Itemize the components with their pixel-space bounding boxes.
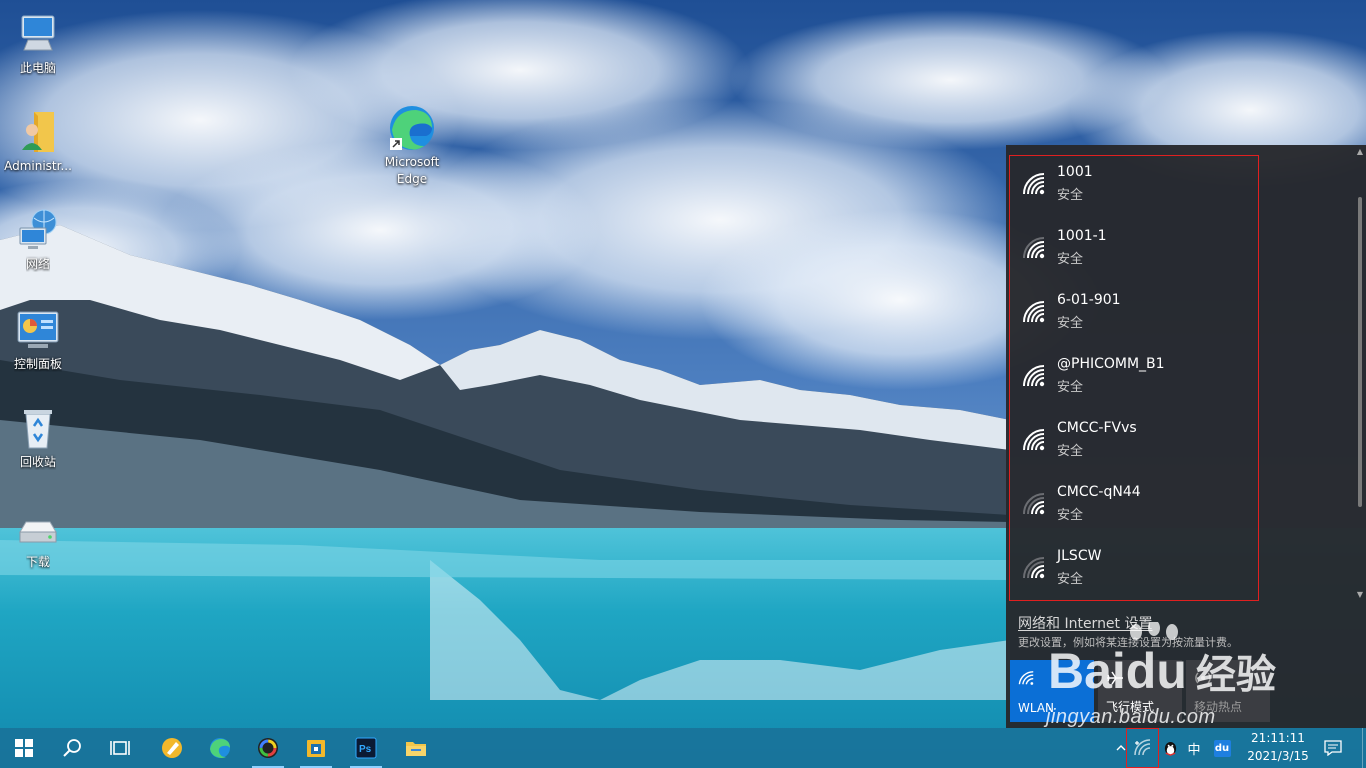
desktop-icon-label: Administr... [4, 159, 72, 173]
network-ssid: @PHICOMM_B1 [1057, 356, 1165, 372]
show-desktop-button[interactable] [1362, 728, 1366, 768]
wifi-icon [1018, 671, 1034, 685]
wifi-signal-icon [1023, 429, 1045, 451]
this-pc-icon [21, 15, 55, 51]
wifi-signal-icon [1023, 237, 1045, 259]
search-button[interactable] [48, 728, 96, 768]
wifi-signal-icon [1023, 173, 1045, 195]
task-view-icon [110, 741, 130, 755]
desktop-icon-label: 下载 [25, 555, 50, 569]
file-archive-icon [307, 740, 325, 757]
network-ssid: 6-01-901 [1057, 292, 1121, 308]
taskbar-app-photoshop[interactable]: Ps [342, 728, 390, 768]
desktop-icon-label: 回收站 [19, 455, 56, 469]
edge-icon [390, 106, 434, 150]
drive-icon [19, 521, 57, 543]
action-center-button[interactable] [1318, 728, 1348, 768]
scroll-down-icon[interactable]: ▼ [1356, 590, 1364, 599]
watermark-url: jingyan.baidu.com [1046, 706, 1216, 728]
network-item[interactable]: @PHICOMM_B1 安全 [1010, 348, 1258, 412]
desktop-icon-this-pc[interactable]: 此电脑 [0, 10, 76, 76]
network-security: 安全 [1057, 380, 1084, 395]
wifi-signal-icon [1023, 493, 1045, 515]
tray-baidu-input-button[interactable]: du [1212, 728, 1232, 768]
network-internet-settings-link[interactable]: 网络和 Internet 设置 [1018, 613, 1153, 633]
network-item[interactable]: 1001 安全 [1010, 156, 1258, 220]
control-panel-icon [17, 311, 59, 348]
notification-icon [1324, 740, 1342, 756]
network-list-scrollbar[interactable]: ▲ ▼ [1354, 145, 1366, 601]
network-ssid: 1001 [1057, 164, 1093, 180]
network-item[interactable]: 1001-1 安全 [1010, 220, 1258, 284]
network-ssid: 1001-1 [1057, 228, 1107, 244]
tray-network-highlight [1126, 728, 1159, 768]
network-flyout: 1001 安全 1001-1 安全 6-01-901 安全 @PHICOMM_B1 安全 CMC… [1006, 145, 1366, 728]
network-ssid: CMCC-qN44 [1057, 484, 1141, 500]
scroll-up-icon[interactable]: ▲ [1356, 147, 1364, 156]
start-icon [15, 739, 33, 757]
photoshop-icon: Ps [355, 737, 377, 759]
network-item[interactable]: 6-01-901 安全 [1010, 284, 1258, 348]
clock-time[interactable]: 21:11:11 [1246, 731, 1310, 745]
svg-text:Ps: Ps [359, 744, 372, 755]
network-ssid: JLSCW [1057, 548, 1102, 564]
qq-penguin-icon [1164, 741, 1176, 756]
network-icon [19, 209, 57, 249]
clock-date[interactable]: 2021/3/15 [1246, 749, 1310, 763]
color-app-icon [258, 738, 278, 758]
desktop-icon-network[interactable]: 网络 [0, 206, 76, 272]
desktop-icon-label: 此电脑 [19, 61, 56, 75]
desktop-icon-edge[interactable]: Microsoft Edge [374, 104, 450, 188]
desktop-icon-label: 网络 [25, 257, 50, 271]
network-security: 安全 [1057, 572, 1084, 587]
network-list: 1001 安全 1001-1 安全 6-01-901 安全 @PHICOMM_B1 安全 CMC… [1009, 155, 1259, 601]
du-label: du [1213, 739, 1231, 757]
airplane-icon [1107, 671, 1123, 685]
network-security: 安全 [1057, 444, 1084, 459]
network-ssid: CMCC-FVvs [1057, 420, 1137, 436]
edge-icon [210, 738, 230, 758]
wifi-signal-icon [1023, 365, 1045, 387]
hotspot-icon [1195, 672, 1211, 684]
desktop-icon-label: 控制面板 [13, 357, 62, 371]
network-security: 安全 [1057, 316, 1084, 331]
scroll-thumb[interactable] [1358, 197, 1362, 507]
taskbar: Ps 中 du 21:11:11 2021/3/15 [0, 728, 1366, 768]
network-item[interactable]: CMCC-FVvs 安全 [1010, 412, 1258, 476]
taskbar-app-color[interactable] [244, 728, 292, 768]
desktop-icon-label: Microsoft Edge [384, 155, 440, 186]
network-settings-description: 更改设置，例如将某连接设置为按流量计费。 [1018, 636, 1238, 649]
recycle-bin-icon [24, 410, 52, 449]
taskbar-app-edge[interactable] [196, 728, 244, 768]
task-view-button[interactable] [96, 728, 144, 768]
wifi-signal-icon [1023, 301, 1045, 323]
network-security: 安全 [1057, 252, 1084, 267]
taskbar-app-pen[interactable] [148, 728, 196, 768]
ime-indicator[interactable]: 中 [1184, 728, 1204, 768]
taskbar-app-file-explorer[interactable] [392, 728, 440, 768]
file-explorer-icon [406, 742, 426, 756]
start-button[interactable] [0, 728, 48, 768]
tray-qq-button[interactable] [1160, 728, 1180, 768]
taskbar-app-archive[interactable] [292, 728, 340, 768]
network-item[interactable]: JLSCW 安全 [1010, 540, 1258, 604]
network-item[interactable]: CMCC-qN44 安全 [1010, 476, 1258, 540]
desktop-icon-control-panel[interactable]: 控制面板 [0, 306, 76, 372]
network-security: 安全 [1057, 188, 1084, 203]
desktop-icon-administrator[interactable]: Administr... [0, 108, 76, 174]
user-folder-icon [22, 112, 54, 152]
network-security: 安全 [1057, 508, 1084, 523]
pen-app-icon [162, 738, 182, 758]
desktop-icon-downloads[interactable]: 下载 [0, 504, 76, 570]
desktop-icon-recycle-bin[interactable]: 回收站 [0, 404, 76, 470]
search-icon [63, 739, 81, 757]
wifi-signal-icon [1023, 557, 1045, 579]
